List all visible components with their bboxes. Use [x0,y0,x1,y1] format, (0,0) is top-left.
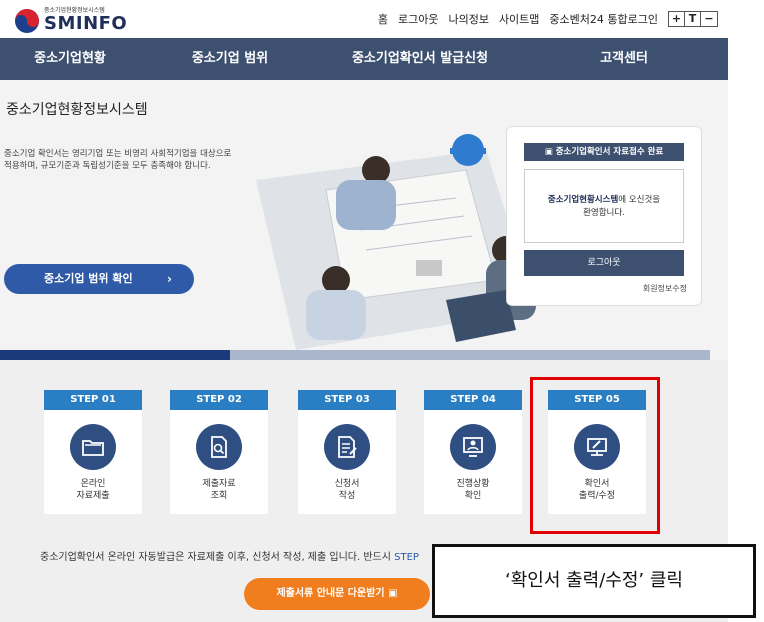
sme-scope-check-label: 중소기업 범위 확인 [44,272,133,285]
my-info-link[interactable]: 나의정보 [448,11,488,27]
instruction-callout: ‘확인서 출력/수정’ 클릭 [432,544,756,618]
chevron-right-icon: › [167,272,172,286]
download-guide-label: 제출서류 안내문 다운받기 [276,588,385,599]
step-label: STEP 02 [170,390,268,410]
person-screen-icon [450,424,496,470]
hero-description: 중소기업 확인서는 영리기업 또는 비영리 사회적기업을 대상으로 적용하며, … [4,149,232,171]
step-text-line2: 작성 [338,491,356,501]
step-text-line2: 자료제출 [76,491,110,501]
site-logo[interactable]: 중소기업현황정보시스템 SMINFO [14,4,154,34]
nav-item-certificate-apply[interactable]: 중소기업확인서 발급신청 [320,38,520,80]
step-01-card[interactable]: STEP 01 온라인 자료제출 [44,390,142,514]
nav-item-sme-status[interactable]: 중소기업현황 [0,38,140,80]
nav-item-customer-center[interactable]: 고객센터 [520,38,728,80]
welcome-text: 에 오신것을 [618,195,661,205]
taegeuk-logo-icon [15,9,39,33]
edit-member-info-link[interactable]: 회원정보수정 [643,283,687,294]
step-text: 진행상황 확인 [424,478,522,502]
logout-link[interactable]: 로그아웃 [398,11,438,27]
panel-header-label: 중소기업확인서 자료접수 완료 [555,147,664,157]
step-text-line1: 온라인 [80,479,106,489]
page: 중소기업현황정보시스템 SMINFO 홈 로그아웃 나의정보 사이트맵 중소벤처… [0,0,764,622]
step-label: STEP 03 [298,390,396,410]
document-edit-icon [324,424,370,470]
welcome-text-line2: 환영합니다. [583,208,625,218]
step-text: 신청서 작성 [298,478,396,502]
document-icon: ▣ [544,147,556,157]
welcome-system-name: 중소기업현황시스템 [547,195,619,205]
step-03-card[interactable]: STEP 03 신청서 작성 [298,390,396,514]
step-text-line1: 제출자료 [202,479,236,489]
notice-highlight: STEP [394,552,419,563]
step-label: STEP 04 [424,390,522,410]
step-text: 온라인 자료제출 [44,478,142,502]
nav-item-sme-scope[interactable]: 중소기업 범위 [140,38,320,80]
auto-issue-notice: 중소기업확인서 온라인 자동발급은 자료제출 이후, 신청서 작성, 제출 입니… [40,548,419,563]
hero-accent-bar [0,350,230,360]
logout-button[interactable]: 로그아웃 [524,250,684,276]
pdf-icon: ▣ [388,588,398,599]
step-text-line2: 확인 [464,491,482,501]
download-guide-button[interactable]: 제출서류 안내문 다운받기 ▣ [244,578,430,610]
top-links: 홈 로그아웃 나의정보 사이트맵 중소벤처24 통합로그인 + T − [378,11,718,27]
login-status-panel: ▣ 중소기업확인서 자료접수 완료 중소기업현황시스템에 오신것을 환영합니다.… [506,126,702,306]
step-label: STEP 01 [44,390,142,410]
panel-header: ▣ 중소기업확인서 자료접수 완료 [524,143,684,161]
step-text: 제출자료 조회 [170,478,268,502]
logo-name: SMINFO [44,13,128,34]
step-text-line2: 조회 [210,491,228,501]
step-05-highlight [530,377,660,534]
hero-bar [230,350,710,360]
document-search-icon [196,424,242,470]
step-text-line1: 신청서 [334,479,360,489]
sme-scope-check-button[interactable]: 중소기업 범위 확인 › [4,264,194,294]
font-decrease-button[interactable]: − [701,12,717,26]
step-04-card[interactable]: STEP 04 진행상황 확인 [424,390,522,514]
welcome-box: 중소기업현황시스템에 오신것을 환영합니다. [524,169,684,243]
integrated-login-link[interactable]: 중소벤처24 통합로그인 [549,11,658,27]
font-reset-button[interactable]: T [685,12,701,26]
sitemap-link[interactable]: 사이트맵 [499,11,539,27]
folder-icon [70,424,116,470]
right-margin [728,0,764,622]
notice-text: 중소기업확인서 온라인 자동발급은 자료제출 이후, 신청서 작성, 제출 입니… [40,552,395,563]
main-nav: 중소기업현황 중소기업 범위 중소기업확인서 발급신청 고객센터 [0,38,728,80]
font-size-controls: + T − [668,11,718,27]
step-text-line1: 진행상황 [456,479,490,489]
font-increase-button[interactable]: + [669,12,685,26]
step-02-card[interactable]: STEP 02 제출자료 조회 [170,390,268,514]
top-bar: 중소기업현황정보시스템 SMINFO 홈 로그아웃 나의정보 사이트맵 중소벤처… [0,0,728,38]
page-title: 중소기업현황정보시스템 [6,102,148,118]
home-link[interactable]: 홈 [378,11,388,27]
